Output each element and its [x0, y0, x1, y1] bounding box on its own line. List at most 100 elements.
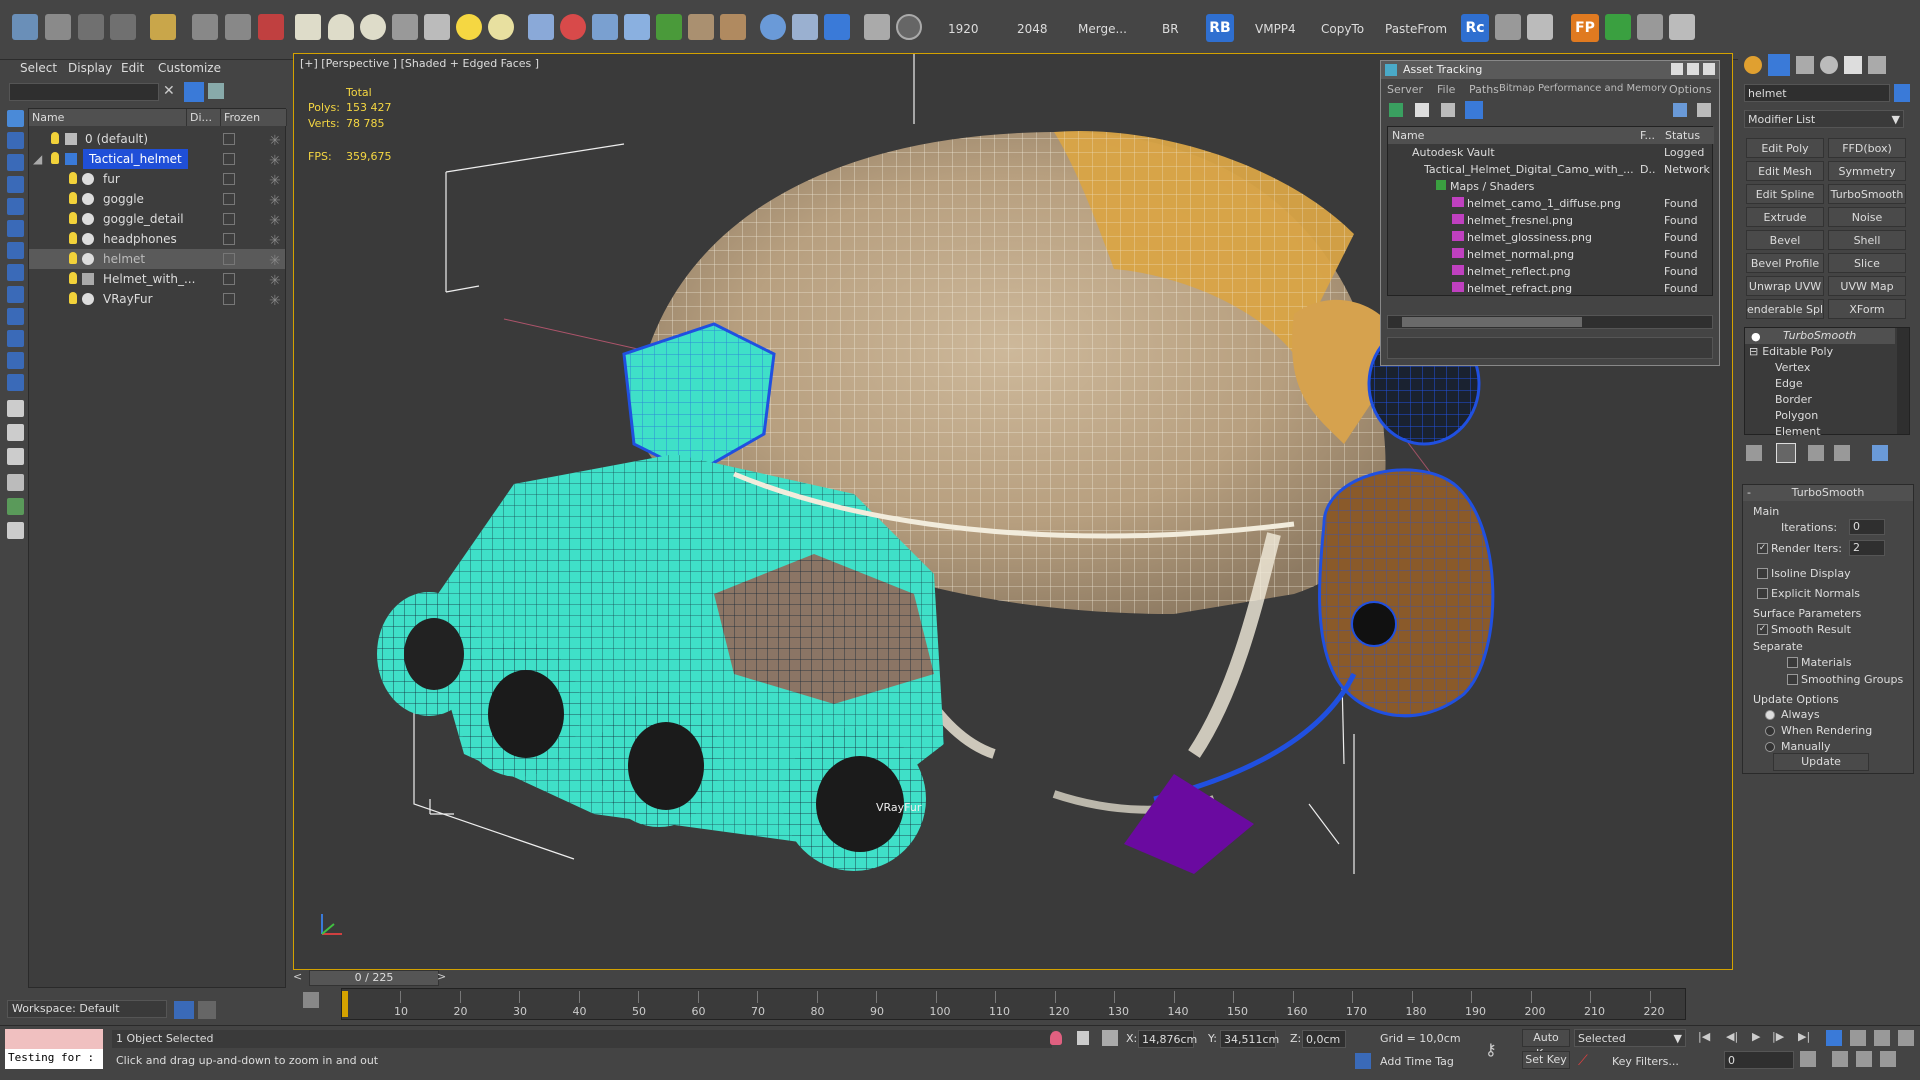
lock-icon[interactable] — [1077, 1031, 1089, 1045]
menu-select[interactable]: Select — [20, 61, 57, 75]
render-iters-checkbox[interactable]: ✓ — [1757, 543, 1768, 554]
scene-row-fur[interactable]: fur ✳ — [29, 169, 285, 189]
object-name-field[interactable]: helmet — [1744, 84, 1890, 102]
freeze-icon[interactable]: ✳ — [269, 271, 281, 291]
display-tab-icon[interactable] — [1844, 56, 1862, 74]
pin-stack-icon[interactable] — [1746, 445, 1762, 461]
stack-sub-element[interactable]: Element — [1775, 425, 1821, 435]
stack-sub-vertex[interactable]: Vertex — [1775, 361, 1810, 374]
res-1920-button[interactable]: 1920 — [948, 22, 979, 36]
freeze-icon[interactable]: ✳ — [269, 211, 281, 231]
rotate-icon[interactable] — [225, 14, 251, 40]
display-shapes-icon[interactable] — [7, 154, 24, 171]
auto-key-button[interactable]: Auto Key — [1522, 1029, 1570, 1060]
display-spacewarps-icon[interactable] — [7, 242, 24, 259]
mini-curve-editor-icon[interactable] — [303, 992, 319, 1008]
light-bulb-icon[interactable] — [69, 252, 77, 264]
isoline-checkbox[interactable] — [1757, 568, 1768, 579]
display-bones-icon[interactable] — [7, 308, 24, 325]
teapot-icon[interactable] — [392, 14, 418, 40]
close-icon[interactable] — [1703, 63, 1715, 75]
track-bar[interactable]: 10 20 30 40 50 60 70 80 90 100 110 120 130 140 150 160 1… — [341, 988, 1686, 1020]
display-box-icon[interactable] — [223, 133, 235, 145]
freeze-icon[interactable]: ✳ — [269, 171, 281, 191]
hair-icon[interactable] — [688, 14, 714, 40]
scrollbar-thumb[interactable] — [1402, 317, 1582, 327]
light-bulb-icon[interactable] — [51, 152, 59, 164]
move-icon[interactable] — [192, 14, 218, 40]
open-icon[interactable] — [12, 14, 38, 40]
when-rendering-radio[interactable] — [1765, 726, 1775, 736]
remove-modifier-icon[interactable] — [1834, 445, 1850, 461]
table-view-icon[interactable] — [1441, 103, 1455, 117]
scene-row-vrayfur[interactable]: VRayFur ✳ — [29, 289, 285, 309]
absolute-mode-icon[interactable] — [1102, 1030, 1118, 1046]
asset-row-file[interactable]: helmet_glossiness.png — [1452, 229, 1638, 246]
refresh-icon[interactable] — [1389, 103, 1403, 117]
clear-search-icon[interactable]: ✕ — [163, 83, 175, 99]
vfb-icon[interactable] — [824, 14, 850, 40]
filter-icon[interactable] — [184, 82, 204, 102]
options-icon[interactable] — [7, 522, 24, 539]
display-helpers-icon[interactable] — [7, 220, 24, 237]
manually-radio[interactable] — [1765, 742, 1775, 752]
cone-icon[interactable] — [424, 14, 450, 40]
hierarchy-toggle-icon[interactable] — [198, 1001, 216, 1019]
next-frame-icon[interactable]: |▶ — [1772, 1030, 1784, 1043]
torus-icon[interactable] — [360, 14, 386, 40]
light-bulb-icon[interactable] — [69, 192, 77, 204]
particle-icon[interactable] — [560, 14, 586, 40]
br-button[interactable]: BR — [1162, 22, 1179, 36]
rc-button[interactable]: Rc — [1461, 14, 1489, 42]
bone-icon[interactable] — [592, 14, 618, 40]
create-tab-icon[interactable] — [1744, 56, 1762, 74]
stack-item-turbosmooth[interactable]: ● TurboSmooth — [1745, 328, 1895, 344]
stack-sub-polygon[interactable]: Polygon — [1775, 409, 1818, 422]
key-icon[interactable]: ⚷ — [1485, 1040, 1511, 1059]
asset-menu-options[interactable]: Options — [1669, 83, 1711, 96]
time-slider[interactable]: 0 / 225 — [309, 970, 439, 986]
modifier-list-dropdown[interactable]: Modifier List ▼ — [1744, 110, 1904, 128]
gear-icon[interactable] — [624, 14, 650, 40]
smoothing-groups-checkbox[interactable] — [1787, 674, 1798, 685]
time-slider-next-icon[interactable]: > — [437, 970, 451, 986]
selected-dropdown[interactable]: Selected ▼ — [1574, 1029, 1686, 1047]
previous-frame-icon[interactable]: ◀| — [1726, 1030, 1738, 1043]
display-geometry-icon[interactable] — [7, 132, 24, 149]
rb-button[interactable]: RB — [1206, 14, 1234, 42]
fov-icon[interactable] — [1898, 1030, 1914, 1046]
edit-poly-button[interactable]: Edit Poly — [1746, 138, 1824, 158]
scene-search-input[interactable] — [9, 83, 159, 101]
display-objects-icon[interactable] — [7, 110, 24, 127]
display-box-icon[interactable] — [223, 173, 235, 185]
freeze-icon[interactable]: ✳ — [269, 151, 281, 171]
display-hidden-icon[interactable] — [7, 374, 24, 391]
asset-menu-server[interactable]: Server — [1387, 83, 1423, 96]
always-radio[interactable] — [1765, 710, 1775, 720]
z-coord-field[interactable]: 0,0cm — [1302, 1030, 1346, 1048]
asset-menu-paths[interactable]: Paths — [1469, 83, 1499, 96]
viewport-label[interactable]: [+] [Perspective ] [Shaded + Edged Faces… — [300, 57, 539, 70]
maximize-icon[interactable] — [1687, 63, 1699, 75]
res-2048-button[interactable]: 2048 — [1017, 22, 1048, 36]
utilities-tab-icon[interactable] — [1868, 56, 1886, 74]
display-box-icon[interactable] — [223, 233, 235, 245]
pan-icon[interactable] — [1832, 1051, 1848, 1067]
materials-checkbox[interactable] — [1787, 657, 1798, 668]
noise-button[interactable]: Noise — [1828, 207, 1906, 227]
asset-menu-file[interactable]: File — [1437, 83, 1455, 96]
grid-view-icon[interactable] — [1465, 101, 1483, 119]
display-box-icon[interactable] — [223, 193, 235, 205]
display-groups-icon[interactable] — [7, 264, 24, 281]
asset-row-vault[interactable]: Autodesk Vault — [1412, 144, 1636, 161]
stack-item-editable-poly[interactable]: ⊟ Editable Poly — [1749, 345, 1833, 358]
asset-row-file[interactable]: helmet_camo_1_diffuse.png — [1452, 195, 1638, 212]
wrench-icon[interactable] — [1637, 14, 1663, 40]
column-frozen[interactable]: Frozen — [221, 109, 287, 126]
unwrap-uvw-button[interactable]: Unwrap UVW — [1746, 276, 1824, 296]
display-xrefs-icon[interactable] — [7, 286, 24, 303]
go-to-end-icon[interactable]: ▶| — [1798, 1030, 1810, 1043]
tools-icon[interactable] — [1495, 14, 1521, 40]
configure-modifiers-icon[interactable] — [1872, 445, 1888, 461]
vault-icon[interactable] — [1697, 103, 1711, 117]
